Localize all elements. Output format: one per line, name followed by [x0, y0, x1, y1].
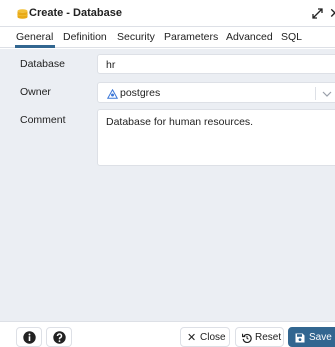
database-icon [17, 9, 28, 19]
select-divider [315, 87, 316, 100]
close-icon: ✕ [187, 332, 197, 344]
tab-security[interactable]: Security [117, 31, 155, 43]
tab-advanced[interactable]: Advanced [226, 31, 273, 43]
chevron-down-icon[interactable] [322, 89, 332, 98]
reset-icon [242, 333, 252, 343]
save-button[interactable]: Save [288, 327, 335, 347]
comment-textarea[interactable]: Database for human resources. [97, 109, 335, 166]
close-button-label: Close [200, 332, 226, 343]
active-tab-indicator [15, 45, 55, 48]
tab-general[interactable]: General [16, 31, 53, 43]
dialog-footer: ✕ Close Reset Save [0, 321, 335, 347]
help-icon [53, 331, 66, 344]
dialog-title: Create - Database [29, 7, 122, 19]
tab-bar: General Definition Security Parameters A… [0, 27, 335, 48]
general-form: Database hr Owner postgres Comment Datab… [0, 49, 335, 321]
database-label: Database [20, 58, 65, 70]
comment-label: Comment [20, 114, 66, 126]
tab-definition[interactable]: Definition [63, 31, 107, 43]
database-input[interactable]: hr [97, 54, 335, 74]
owner-select[interactable]: postgres [97, 82, 335, 103]
tab-parameters[interactable]: Parameters [164, 31, 218, 43]
save-button-label: Save [309, 332, 332, 343]
owner-label: Owner [20, 86, 51, 98]
reset-button-label: Reset [255, 332, 282, 343]
owner-value: postgres [120, 87, 161, 99]
reset-button[interactable]: Reset [235, 327, 284, 347]
dialog-titlebar[interactable]: Create - Database ✕ [0, 0, 335, 27]
floppy-disk-icon [295, 333, 305, 343]
database-value: hr [106, 59, 116, 71]
info-button[interactable] [16, 327, 42, 347]
close-button[interactable]: ✕ Close [180, 327, 230, 347]
user-icon [107, 89, 118, 99]
info-icon [23, 331, 36, 344]
close-icon[interactable]: ✕ [329, 3, 335, 23]
comment-value: Database for human resources. [106, 116, 254, 128]
tab-sql[interactable]: SQL [281, 31, 302, 43]
help-button[interactable] [46, 327, 72, 347]
expand-icon[interactable] [312, 8, 323, 19]
